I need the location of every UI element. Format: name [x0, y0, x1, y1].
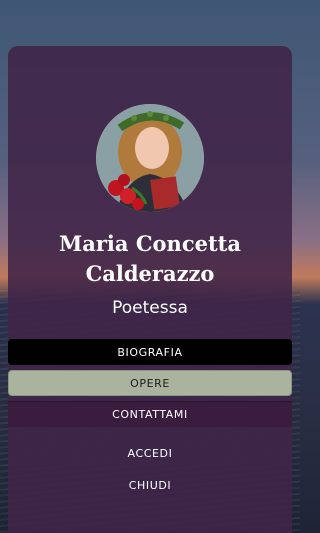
menu-item-contattami[interactable]: CONTATTAMI — [8, 401, 292, 427]
profile-role: Poetessa — [112, 298, 188, 318]
close-button[interactable]: CHIUDI — [8, 472, 292, 498]
menu-item-label: OPERE — [130, 376, 170, 390]
menu-item-biografia[interactable]: BIOGRAFIA — [8, 339, 292, 365]
profile-name: Maria Concetta Calderazzo — [8, 229, 292, 289]
menu-item-label: CONTATTAMI — [112, 408, 188, 421]
profile-name-line1: Maria Concetta — [59, 231, 241, 256]
close-label: CHIUDI — [128, 478, 172, 492]
avatar — [96, 104, 204, 212]
menu-item-label: BIOGRAFIA — [117, 345, 183, 359]
avatar-portrait-image — [96, 104, 204, 212]
profile-name-line2: Calderazzo — [85, 261, 215, 286]
login-label: ACCEDI — [127, 446, 173, 460]
menu-item-opere[interactable]: OPERE — [8, 370, 292, 396]
login-button[interactable]: ACCEDI — [8, 440, 292, 466]
